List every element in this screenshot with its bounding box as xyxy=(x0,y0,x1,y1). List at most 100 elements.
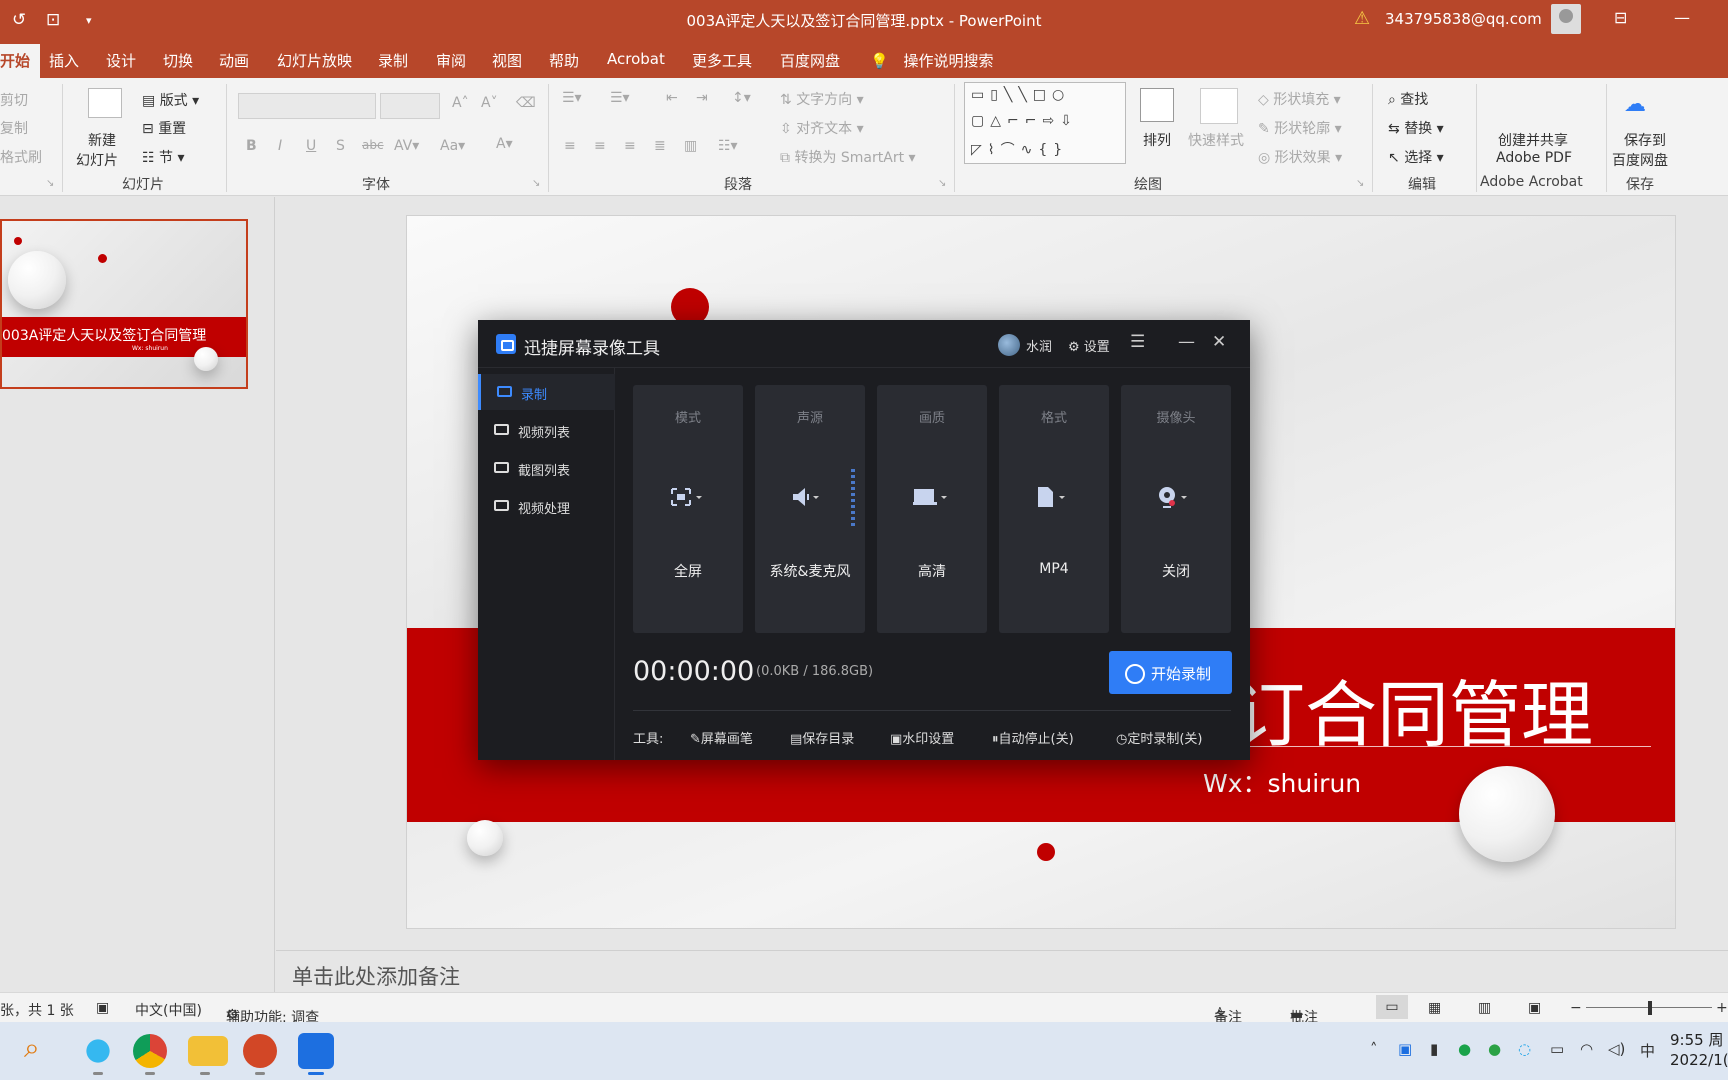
save-directory-tool[interactable]: ▤保存目录 xyxy=(790,728,854,747)
font-size-combo[interactable] xyxy=(380,93,440,119)
italic-icon[interactable]: I xyxy=(278,138,282,154)
tab-view[interactable]: 视图 xyxy=(492,50,522,71)
create-pdf-label-2[interactable]: Adobe PDF xyxy=(1496,150,1572,166)
format-card[interactable]: 格式 MP4 xyxy=(999,385,1109,633)
recorder-username[interactable]: 水润 xyxy=(1026,336,1052,355)
shapes-row-2-icon[interactable]: ▢△⌐⌐⇨⇩ xyxy=(971,113,1078,129)
battery-icon[interactable]: ▭ xyxy=(1550,1040,1564,1058)
font-family-combo[interactable] xyxy=(238,93,376,119)
cut-button[interactable]: 剪切 xyxy=(0,90,28,110)
new-slide-label[interactable]: 新建 xyxy=(88,130,116,150)
start-recording-button[interactable]: 开始录制 xyxy=(1109,651,1232,694)
drawing-launcher-icon[interactable]: ↘ xyxy=(1356,178,1364,189)
replace-button[interactable]: ⇆ 替换 ▾ xyxy=(1388,118,1444,138)
notes-placeholder[interactable]: 单击此处添加备注 xyxy=(292,961,460,991)
notes-pane[interactable]: 单击此处添加备注 xyxy=(276,950,1728,992)
watermark-tool[interactable]: ▣水印设置 xyxy=(890,728,954,747)
tab-record[interactable]: 录制 xyxy=(378,50,408,71)
screen-pen-tool[interactable]: ✎屏幕画笔 xyxy=(690,728,753,747)
tab-home[interactable]: 开始 xyxy=(0,44,41,78)
monitor-icon[interactable] xyxy=(913,485,949,509)
grow-font-icon[interactable]: A˄ xyxy=(452,95,469,111)
arrange-icon[interactable] xyxy=(1140,88,1174,122)
camera-icon[interactable] xyxy=(1157,485,1193,509)
shapes-gallery[interactable]: ▭▯╲╲□○ ▢△⌐⌐⇨⇩ ◸⌇⌒∿{} xyxy=(964,82,1126,164)
spelling-icon[interactable]: ▣ xyxy=(96,1000,109,1016)
reading-view-icon[interactable]: ▥ xyxy=(1478,1000,1491,1016)
new-slide-icon[interactable] xyxy=(88,88,122,118)
slideshow-view-icon[interactable]: ▣ xyxy=(1528,1000,1541,1016)
avatar[interactable] xyxy=(998,334,1020,356)
fullscreen-icon[interactable] xyxy=(669,485,705,509)
shape-effects-button[interactable]: ◎ 形状效果 ▾ xyxy=(1258,147,1342,167)
font-color-icon[interactable]: A▾ xyxy=(496,136,513,152)
underline-icon[interactable]: U xyxy=(306,138,316,154)
tab-design[interactable]: 设计 xyxy=(106,50,136,71)
reset-button[interactable]: ⊟ 重置 xyxy=(142,118,186,138)
new-slide-label-2[interactable]: 幻灯片 xyxy=(76,150,118,170)
tab-more-tools[interactable]: 更多工具 xyxy=(692,50,752,71)
search-icon[interactable]: ⌕ xyxy=(24,1031,64,1071)
tab-acrobat[interactable]: Acrobat xyxy=(607,50,665,68)
recorder-settings[interactable]: ⚙ 设置 xyxy=(1068,336,1110,355)
input-method-icon[interactable]: 中 xyxy=(1640,1040,1655,1061)
copy-button[interactable]: 复制 xyxy=(0,118,28,138)
language-status[interactable]: 中文(中国) xyxy=(135,1000,202,1020)
justify-icon[interactable]: ≣ xyxy=(654,138,666,154)
columns-icon[interactable]: ☷▾ xyxy=(718,138,738,154)
tab-help[interactable]: 帮助 xyxy=(549,50,579,71)
screen-recorder-icon[interactable] xyxy=(298,1033,334,1069)
arrange-label[interactable]: 排列 xyxy=(1143,130,1171,150)
tab-insert[interactable]: 插入 xyxy=(49,50,79,71)
shapes-row-1-icon[interactable]: ▭▯╲╲□○ xyxy=(971,87,1070,103)
numbering-icon[interactable]: ☰▾ xyxy=(610,90,630,106)
scheduled-recording-tool[interactable]: ◷定时录制(关) xyxy=(1116,728,1203,747)
distribute-icon[interactable]: ▥ xyxy=(684,138,697,154)
wechat-tray-icon[interactable]: ● xyxy=(1488,1040,1501,1058)
text-direction-button[interactable]: ⇅ 文字方向 ▾ xyxy=(780,89,864,109)
increase-indent-icon[interactable]: ⇥ xyxy=(696,90,708,106)
layout-button[interactable]: ▤ 版式 ▾ xyxy=(142,90,199,110)
tab-animations[interactable]: 动画 xyxy=(219,50,249,71)
shape-outline-button[interactable]: ✎ 形状轮廓 ▾ xyxy=(1258,118,1342,138)
clock[interactable]: 9:55 周 2022/1( xyxy=(1670,1030,1728,1070)
powerpoint-icon[interactable] xyxy=(243,1034,277,1068)
nav-video-list[interactable]: 视频列表 xyxy=(478,412,615,448)
shrink-font-icon[interactable]: A˅ xyxy=(481,95,498,111)
qq-browser-icon[interactable] xyxy=(78,1031,118,1071)
zoom-out-icon[interactable]: − xyxy=(1570,1000,1582,1016)
font-launcher-icon[interactable]: ↘ xyxy=(532,178,540,189)
auto-stop-tool[interactable]: ⏸自动停止(关) xyxy=(992,728,1074,747)
line-spacing-icon[interactable]: ↕▾ xyxy=(732,90,751,106)
security-tray-icon[interactable]: ● xyxy=(1458,1040,1471,1058)
select-button[interactable]: ↖ 选择 ▾ xyxy=(1388,147,1444,167)
quick-styles-icon[interactable] xyxy=(1200,88,1238,124)
save-to-label-1[interactable]: 保存到 xyxy=(1624,130,1666,150)
show-hidden-icons[interactable]: ˄ xyxy=(1370,1040,1378,1058)
find-button[interactable]: ⌕ 查找 xyxy=(1388,89,1428,109)
save-to-label-2[interactable]: 百度网盘 xyxy=(1612,150,1668,170)
user-email[interactable]: 343795838@qq.com xyxy=(1385,10,1542,28)
qq-tray-icon[interactable]: ◌ xyxy=(1518,1040,1531,1058)
align-left-icon[interactable]: ≡ xyxy=(564,138,576,154)
clear-format-icon[interactable]: ⌫ xyxy=(516,95,536,111)
quick-styles-label[interactable]: 快速样式 xyxy=(1188,130,1244,150)
file-explorer-icon[interactable] xyxy=(188,1036,228,1066)
quality-card[interactable]: 画质 高清 xyxy=(877,385,987,633)
shadow-icon[interactable]: S xyxy=(336,138,345,154)
smartart-button[interactable]: ⧉ 转换为 SmartArt ▾ xyxy=(780,147,916,167)
chrome-icon[interactable] xyxy=(133,1034,167,1068)
format-painter-button[interactable]: 格式刷 xyxy=(0,147,42,167)
paragraph-launcher-icon[interactable]: ↘ xyxy=(938,178,946,189)
tab-transitions[interactable]: 切换 xyxy=(163,50,193,71)
shape-fill-button[interactable]: ◇ 形状填充 ▾ xyxy=(1258,89,1341,109)
decrease-indent-icon[interactable]: ⇤ xyxy=(666,90,678,106)
slide-thumbnail[interactable]: 003A评定人天以及签订合同管理 Wx: shuirun xyxy=(0,219,248,389)
section-button[interactable]: ☷ 节 ▾ xyxy=(142,147,185,167)
audio-source-card[interactable]: 声源 系统&麦克风 xyxy=(755,385,865,633)
slide-subtitle[interactable]: Wx：shuirun xyxy=(1203,764,1361,800)
nav-screenshot-list[interactable]: 截图列表 xyxy=(478,450,615,486)
tab-review[interactable]: 审阅 xyxy=(436,50,466,71)
char-spacing-icon[interactable]: AV▾ xyxy=(394,138,419,154)
nav-video-processing[interactable]: 视频处理 xyxy=(478,488,615,524)
